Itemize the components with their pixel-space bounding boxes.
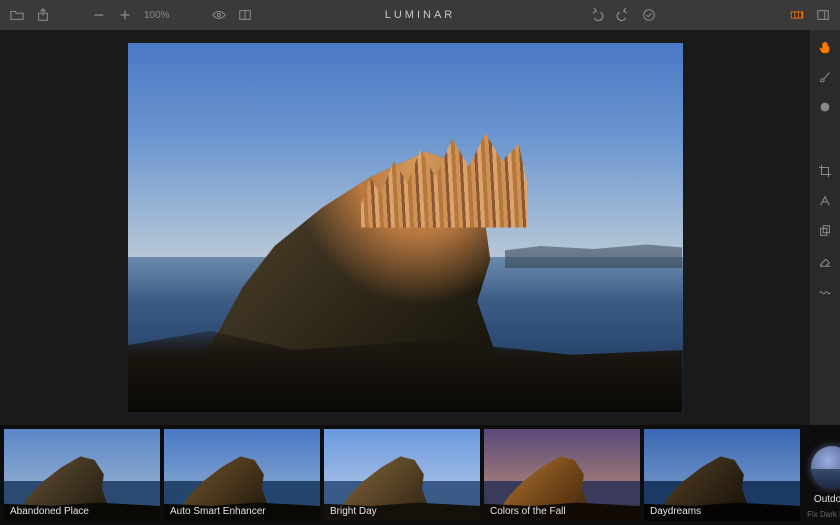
clone-tool-icon[interactable] (818, 224, 832, 238)
radial-mask-icon[interactable] (818, 100, 832, 114)
brush-tool-icon[interactable] (818, 70, 832, 84)
zoom-level-label[interactable]: 100% (144, 10, 170, 21)
canvas-area[interactable] (0, 30, 810, 425)
toolbar-left-group: 100% (10, 8, 420, 22)
right-toolbar (810, 30, 840, 425)
preset-thumbnail[interactable]: Abandoned Place (4, 429, 160, 521)
app-title: LUMINAR (385, 9, 456, 21)
plus-icon[interactable] (118, 8, 132, 22)
undo-icon[interactable] (590, 8, 604, 22)
preset-thumbnail[interactable]: Daydreams (644, 429, 800, 521)
preset-thumbnail[interactable]: Auto Smart Enhancer (164, 429, 320, 521)
share-icon[interactable] (36, 8, 50, 22)
hand-tool-icon[interactable] (818, 40, 832, 54)
preset-label: Daydreams (650, 506, 701, 517)
side-panel-icon[interactable] (816, 8, 830, 22)
crop-tool-icon[interactable] (818, 164, 832, 178)
preset-label: Colors of the Fall (490, 506, 566, 517)
top-toolbar: 100% LUMINAR (0, 0, 840, 30)
preset-category-button[interactable]: Outdoor Fix Dark Land (804, 429, 840, 521)
erase-tool-icon[interactable] (818, 254, 832, 268)
redo-icon[interactable] (616, 8, 630, 22)
transform-tool-icon[interactable] (818, 194, 832, 208)
preset-thumbnail[interactable]: Colors of the Fall (484, 429, 640, 521)
globe-icon (811, 446, 840, 488)
preset-thumbnail[interactable]: Bright Day (324, 429, 480, 521)
preset-category-label: Outdoor (814, 494, 840, 505)
compare-split-icon[interactable] (238, 8, 252, 22)
open-folder-icon[interactable] (10, 8, 24, 22)
toolbar-right-group (420, 8, 830, 22)
preset-category-sublabel: Fix Dark Land (807, 510, 840, 519)
eye-icon[interactable] (212, 8, 226, 22)
preset-label: Bright Day (330, 506, 377, 517)
preset-filmstrip: Abandoned Place Auto Smart Enhancer Brig… (0, 425, 840, 525)
checkmark-circle-icon[interactable] (642, 8, 656, 22)
preset-label: Abandoned Place (10, 506, 89, 517)
filmstrip-icon[interactable] (790, 8, 804, 22)
preset-label: Auto Smart Enhancer (170, 506, 266, 517)
denoise-tool-icon[interactable] (818, 284, 832, 298)
minus-icon[interactable] (92, 8, 106, 22)
main-photo (128, 43, 683, 413)
